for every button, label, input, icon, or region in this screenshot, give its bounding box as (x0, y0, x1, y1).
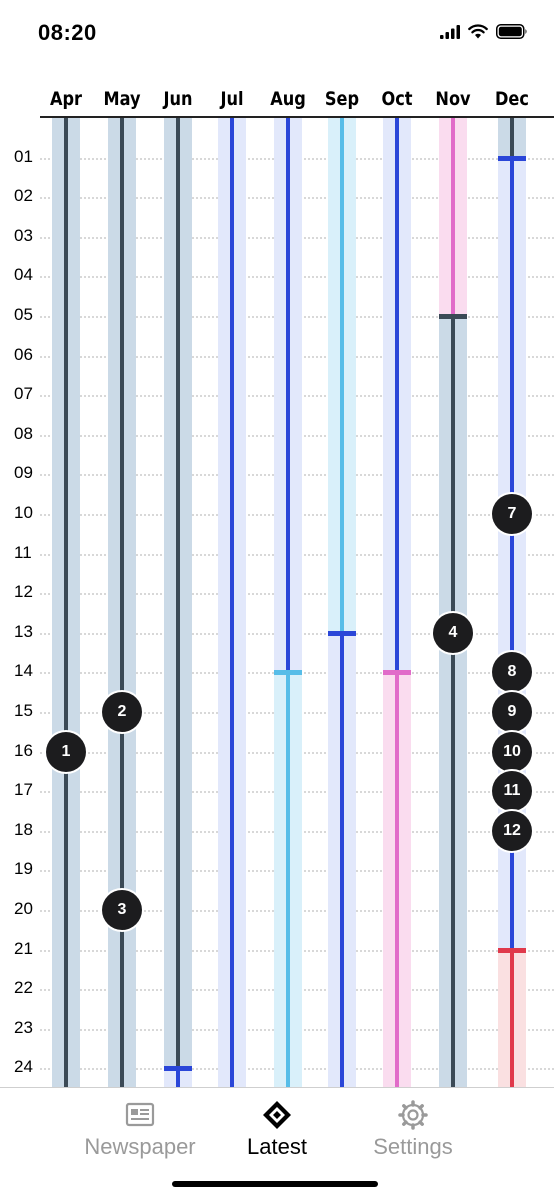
day-label: 10 (14, 503, 33, 522)
event-marker[interactable]: 7 (492, 494, 532, 534)
battery-icon (496, 24, 527, 39)
event-marker[interactable]: 2 (102, 692, 142, 732)
status-time: 08:20 (38, 20, 97, 45)
segment-line (64, 118, 68, 1088)
month-column-apr[interactable] (36, 118, 96, 1088)
month-header-sep: Sep (324, 88, 360, 110)
day-label: 11 (14, 542, 32, 562)
segment-line (510, 118, 514, 158)
segment-line (286, 672, 290, 1088)
month-header-jun: Jun (163, 88, 193, 110)
day-label: 24 (14, 1057, 33, 1077)
transition-tick (498, 947, 526, 953)
newspaper-icon (125, 1102, 155, 1127)
home-indicator (172, 1181, 378, 1187)
month-header-apr: Apr (49, 88, 83, 110)
diamond-icon (263, 1101, 291, 1129)
transition-tick (274, 670, 302, 676)
day-label: 07 (14, 384, 33, 404)
day-label: 05 (14, 305, 33, 324)
day-label: 14 (14, 661, 33, 681)
day-label: 16 (14, 740, 33, 760)
segment-line (230, 118, 234, 1088)
day-label: 23 (14, 1017, 33, 1037)
gear-icon (398, 1100, 428, 1130)
day-label: 15 (14, 701, 33, 720)
day-label: 21 (14, 938, 33, 958)
month-column-dec[interactable] (482, 118, 542, 1088)
status-bar: 08:20 (0, 0, 554, 70)
transition-tick (439, 314, 467, 319)
month-column-oct[interactable] (367, 118, 427, 1088)
segment-line (286, 118, 290, 673)
day-label: 04 (14, 265, 33, 285)
month-column-nov[interactable] (423, 118, 483, 1088)
event-marker[interactable]: 1 (46, 731, 86, 772)
segment-line (395, 118, 399, 673)
wifi-icon (468, 24, 488, 39)
month-column-jul[interactable] (202, 118, 262, 1088)
day-label: 19 (14, 859, 33, 879)
timeline-chart[interactable]: 01 02 03 04 05 06 07 08 09 10 11 12 13 14 15 16 17 18 19 20… (0, 80, 554, 1088)
tab-settings[interactable]: Settings (333, 1100, 493, 1160)
status-icons (440, 24, 528, 39)
cellular-signal-icon (440, 24, 460, 39)
month-column-aug[interactable] (258, 118, 318, 1088)
segment-line (340, 632, 344, 1088)
event-marker[interactable]: 4 (433, 612, 473, 653)
month-header-nov: Nov (435, 88, 471, 110)
segment-line (451, 316, 455, 1088)
day-label: 17 (14, 780, 33, 800)
day-label: 20 (14, 899, 33, 918)
tab-newspaper[interactable]: Newspaper (60, 1100, 220, 1160)
transition-tick (383, 670, 411, 676)
month-header-dec: Dec (495, 88, 529, 110)
segment-line (395, 672, 399, 1088)
segment-line (451, 118, 455, 316)
segment-line (120, 118, 124, 1088)
segment-line (176, 118, 180, 1069)
event-marker[interactable]: 11 (492, 771, 532, 812)
day-label: 13 (14, 621, 33, 641)
day-label: 22 (14, 978, 33, 998)
transition-tick (164, 1066, 192, 1072)
day-label: 02 (14, 186, 33, 206)
month-header-may: May (103, 88, 141, 110)
day-label: 06 (14, 344, 33, 364)
day-label: 08 (14, 423, 33, 443)
day-label: 01 (14, 146, 33, 166)
day-label: 09 (14, 463, 33, 483)
tab-settings-label: Settings (373, 1134, 453, 1159)
month-column-may[interactable] (92, 118, 152, 1088)
day-label: 18 (14, 819, 33, 839)
transition-tick (328, 630, 356, 636)
tab-newspaper-label: Newspaper (84, 1134, 196, 1159)
day-label: 12 (14, 582, 33, 602)
event-marker[interactable]: 12 (492, 810, 532, 851)
month-header-jul: Jul (220, 88, 244, 110)
month-header-aug: Aug (270, 88, 306, 110)
month-column-sep[interactable] (312, 118, 372, 1088)
month-header-oct: Oct (381, 88, 413, 110)
month-column-jun[interactable] (148, 118, 208, 1088)
day-label: 03 (14, 225, 33, 245)
tab-bar: Newspaper Latest Settings (0, 1087, 554, 1201)
transition-tick (498, 155, 526, 161)
event-marker[interactable]: 10 (492, 731, 532, 772)
event-marker[interactable]: 3 (102, 890, 142, 930)
event-marker[interactable]: 9 (492, 692, 532, 732)
segment-line (510, 949, 514, 1088)
segment-line (340, 118, 344, 633)
